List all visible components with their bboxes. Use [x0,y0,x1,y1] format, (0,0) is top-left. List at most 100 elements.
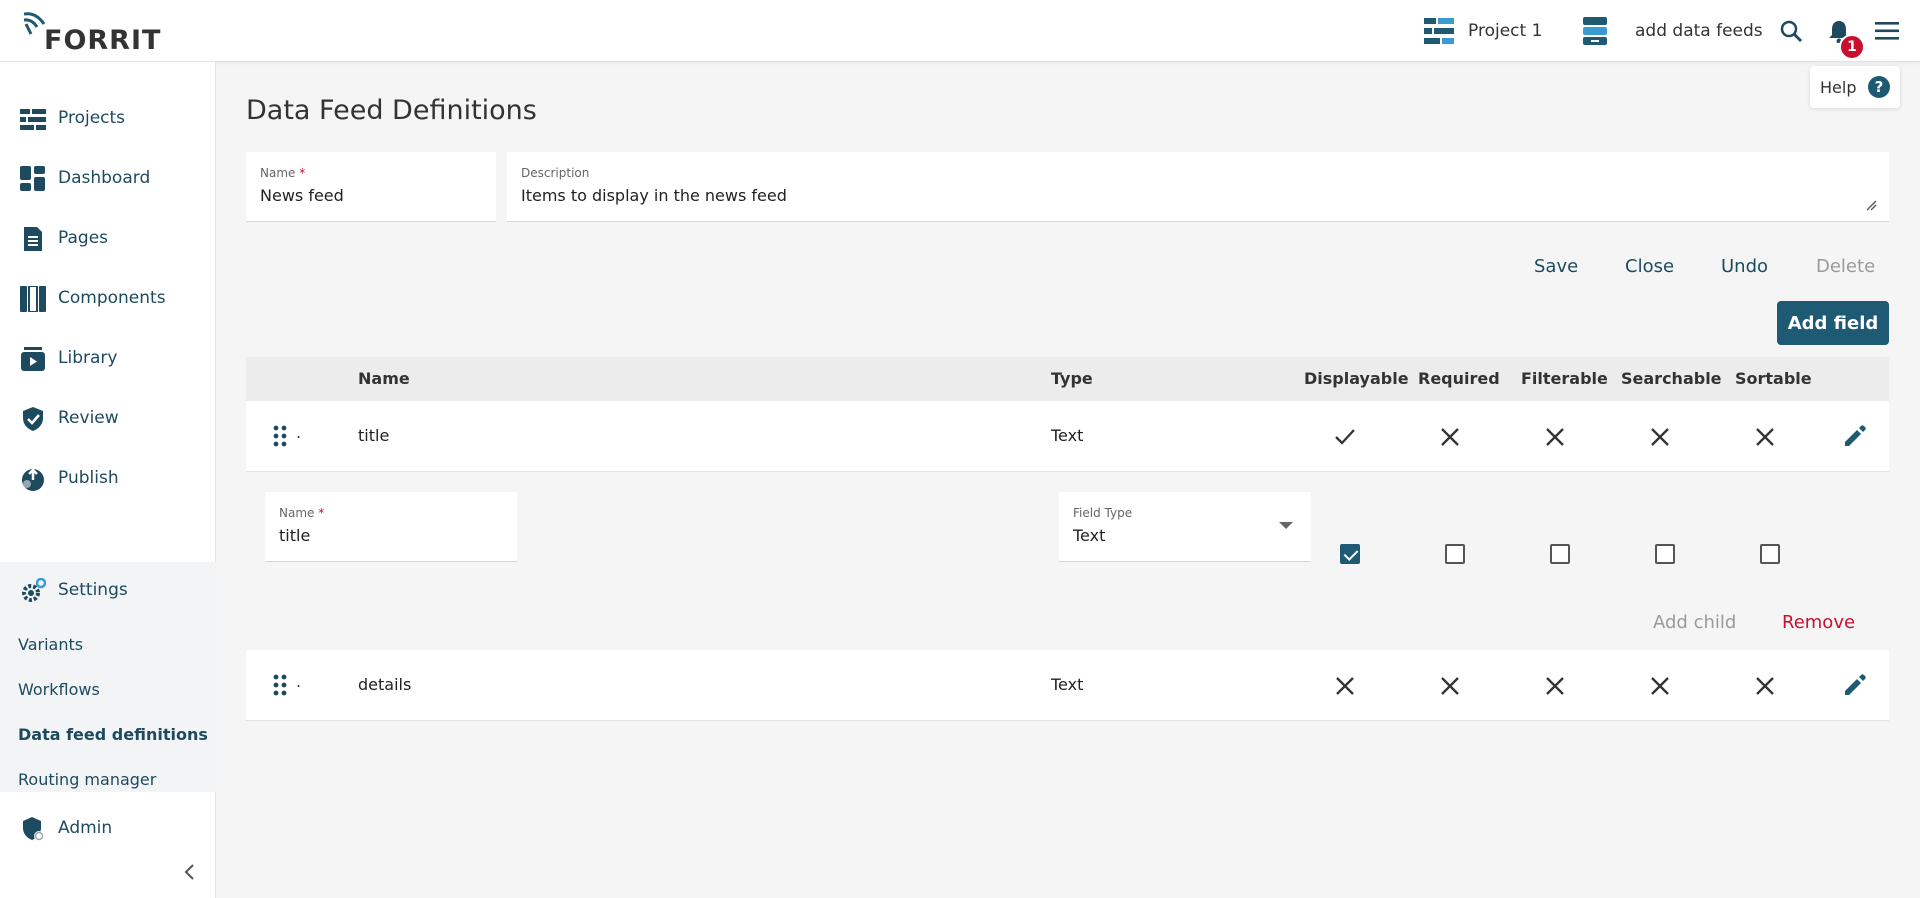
required-checkbox[interactable] [1445,544,1465,564]
feed-description-label: Description [521,166,590,180]
edit-pencil-icon[interactable] [1842,672,1868,698]
notification-badge: 1 [1839,34,1865,60]
sidebar-item-admin[interactable]: Admin [0,808,216,848]
sidebar-item-components[interactable]: Components [0,278,216,318]
resize-handle-icon[interactable] [1865,199,1877,211]
remove-button[interactable]: Remove [1782,612,1855,633]
sidebar-item-label: Publish [58,468,119,488]
field-type-value: Text [1073,526,1106,545]
edit-pencil-icon[interactable] [1842,423,1868,449]
displayable-checkbox[interactable] [1340,544,1360,564]
column-header-sortable: Sortable [1735,369,1812,388]
cross-icon [1546,428,1564,446]
menu-button[interactable] [1873,17,1901,45]
row-name: title [358,426,390,445]
column-header-filterable: Filterable [1521,369,1608,388]
cross-icon [1651,677,1669,695]
row-marker: . [296,672,302,691]
table-row[interactable]: . details Text [246,650,1889,721]
forrit-logo[interactable]: FORRIT [22,10,161,56]
help-label: Help [1820,77,1857,97]
dashboard-icon [20,166,45,191]
drag-handle-icon[interactable] [273,425,287,447]
row-marker: . [296,423,302,442]
sidebar-sub-variants[interactable]: Variants [18,635,83,654]
sidebar-item-dashboard[interactable]: Dashboard [0,158,216,198]
field-name-input[interactable]: Name * title [265,492,517,562]
sortable-checkbox[interactable] [1760,544,1780,564]
feed-description-value[interactable]: Items to display in the news feed [521,186,787,205]
sidebar-item-publish[interactable]: Publish [0,458,216,498]
column-header-searchable: Searchable [1621,369,1722,388]
filterable-checkbox[interactable] [1550,544,1570,564]
help-button[interactable]: Help ? [1810,66,1900,108]
feed-name-label: Name * [260,166,306,180]
feed-name-value[interactable]: News feed [260,186,344,205]
field-edit-panel: Name * title Field Type Text Add child R… [246,472,1889,650]
cross-icon [1441,677,1459,695]
logo-mark-icon [23,12,46,35]
publish-icon [22,468,44,491]
add-field-button[interactable]: Add field [1777,301,1889,345]
column-header-required: Required [1418,369,1500,388]
cross-icon [1651,428,1669,446]
sidebar-item-pages[interactable]: Pages [0,218,216,258]
add-child-button[interactable]: Add child [1653,612,1736,633]
undo-button[interactable]: Undo [1721,256,1768,277]
top-header: FORRIT Project 1 add data feeds 1 [0,0,1920,62]
sidebar-item-label: Admin [58,818,113,838]
feed-description-field[interactable]: Description Items to display in the news… [507,152,1889,222]
field-type-label: Field Type [1073,506,1133,520]
project-name: Project 1 [1468,21,1543,41]
field-name-value[interactable]: title [279,526,310,545]
data-feeds-selector[interactable]: add data feeds [1581,0,1763,62]
close-button[interactable]: Close [1625,256,1674,277]
row-name: details [358,675,412,694]
page-title: Data Feed Definitions [246,95,537,126]
sidebar-item-label: Components [58,288,166,308]
dropdown-caret-icon [1279,522,1293,529]
sidebar-item-label: Settings [58,580,128,600]
help-icon: ? [1868,76,1890,98]
table-row[interactable]: . title Text [246,401,1889,472]
sidebar-item-label: Pages [58,228,109,248]
sidebar-sub-routing-manager[interactable]: Routing manager [18,770,156,789]
save-button[interactable]: Save [1534,256,1578,277]
column-header-name: Name [358,369,410,388]
project-icon [1424,18,1454,44]
delete-button[interactable]: Delete [1816,256,1875,277]
sidebar-item-projects[interactable]: Projects [0,98,216,138]
cross-icon [1336,677,1354,695]
sidebar-sub-workflows[interactable]: Workflows [18,680,100,699]
column-header-displayable: Displayable [1304,369,1409,388]
projects-icon [20,109,46,130]
sidebar-item-review[interactable]: Review [0,398,216,438]
table-header: Name Type Displayable Required Filterabl… [246,357,1889,401]
sidebar-sub-data-feed-definitions[interactable]: Data feed definitions [18,725,208,744]
cross-icon [1756,677,1774,695]
column-header-type: Type [1051,369,1093,388]
sidebar: Projects Dashboard Pages Components Libr… [0,62,216,898]
library-icon [21,347,45,371]
row-type: Text [1051,426,1084,445]
sidebar-item-label: Library [58,348,118,368]
sidebar-item-library[interactable]: Library [0,338,216,378]
hamburger-menu-icon [1875,22,1899,40]
collapse-sidebar-chevron-left-icon[interactable] [180,862,200,882]
sidebar-item-settings[interactable]: Settings [0,570,216,610]
feed-name-field[interactable]: Name * News feed [246,152,496,222]
sidebar-item-label: Projects [58,108,126,128]
cross-icon [1441,428,1459,446]
search-button[interactable] [1777,17,1805,45]
admin-shield-icon [23,817,44,841]
pages-icon [24,227,42,251]
cross-icon [1756,428,1774,446]
drag-handle-icon[interactable] [273,674,287,696]
cross-icon [1546,677,1564,695]
data-feeds-icon [1583,17,1607,45]
gear-icon [22,578,46,602]
field-type-select[interactable]: Field Type Text [1059,492,1311,562]
project-selector[interactable]: Project 1 [1424,0,1542,62]
searchable-checkbox[interactable] [1655,544,1675,564]
logo-text: FORRIT [44,25,162,56]
